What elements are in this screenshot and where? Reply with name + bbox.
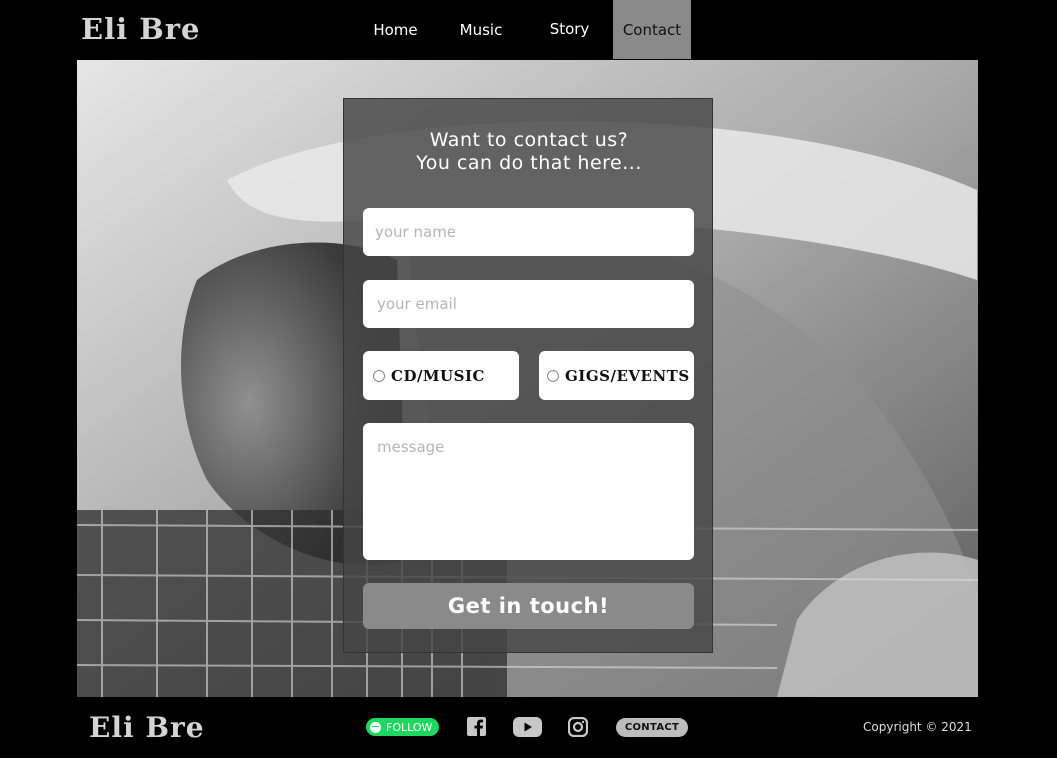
spotify-follow-button[interactable]: FOLLOW — [366, 718, 439, 736]
message-input[interactable] — [363, 423, 694, 560]
facebook-icon[interactable] — [467, 717, 486, 740]
youtube-icon[interactable] — [513, 717, 542, 741]
nav-home[interactable]: Home — [355, 0, 436, 59]
radio-label-gigs-events: GIGS/EVENTS — [565, 366, 690, 385]
footer-logo[interactable]: Eli Bre — [89, 711, 205, 744]
site-footer: Eli Bre FOLLOW CONTACT Copyright © 2021 — [0, 697, 1057, 758]
main-nav: Home Music Story Contact — [355, 0, 691, 59]
instagram-icon[interactable] — [567, 716, 589, 741]
form-title: Want to contact us? You can do that here… — [344, 129, 714, 175]
form-title-line-2: You can do that here... — [416, 152, 642, 174]
submit-button[interactable]: Get in touch! — [363, 583, 694, 629]
name-input[interactable] — [363, 208, 694, 256]
contact-form-panel: Want to contact us? You can do that here… — [343, 98, 713, 653]
email-input[interactable] — [363, 280, 694, 328]
site-header: Eli Bre Home Music Story Contact — [0, 0, 1057, 59]
radio-cd-music[interactable]: CD/MUSIC — [363, 351, 519, 400]
nav-contact[interactable]: Contact — [613, 0, 691, 59]
radio-button-icon[interactable] — [547, 369, 559, 382]
copyright-text: Copyright © 2021 — [863, 720, 972, 734]
radio-label-cd-music: CD/MUSIC — [391, 366, 485, 385]
spotify-icon — [370, 721, 381, 733]
nav-music[interactable]: Music — [436, 0, 526, 59]
form-title-line-1: Want to contact us? — [429, 129, 629, 151]
footer-contact-button[interactable]: CONTACT — [616, 718, 688, 737]
site-logo[interactable]: Eli Bre — [81, 12, 200, 46]
hero-background-image: Want to contact us? You can do that here… — [77, 60, 978, 697]
radio-button-icon[interactable] — [373, 369, 385, 382]
nav-story[interactable]: Story — [526, 0, 613, 59]
follow-label: FOLLOW — [386, 720, 433, 734]
radio-gigs-events[interactable]: GIGS/EVENTS — [539, 351, 694, 400]
